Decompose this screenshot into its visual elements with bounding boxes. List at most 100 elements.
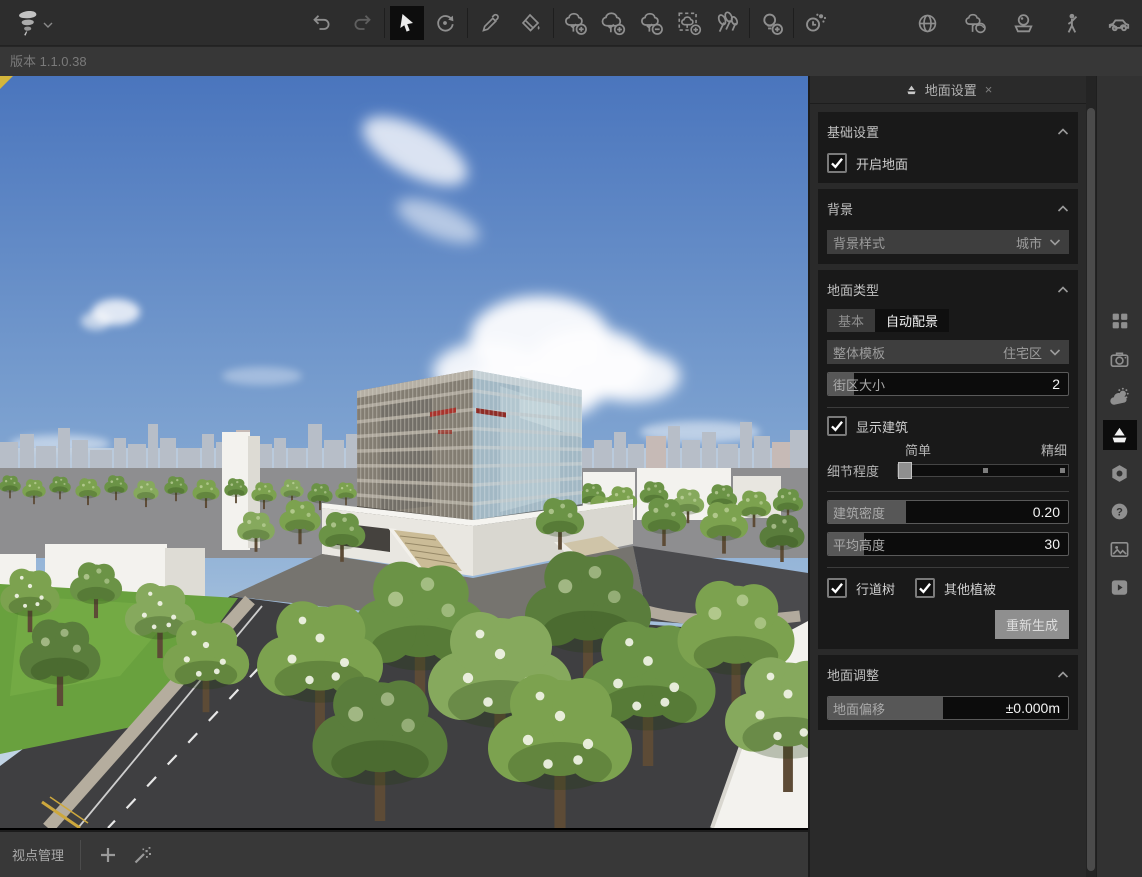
regenerate-button[interactable]: 重新生成 [995,610,1069,639]
add-tree-group-tool-button[interactable] [596,6,630,40]
redo-button[interactable] [345,6,379,40]
viewpoint-manager-label: 视点管理 [12,845,64,864]
area-add-trees-tool-button[interactable] [672,6,706,40]
ground-settings-button[interactable] [1103,420,1137,450]
street-trees-label: 行道树 [856,579,895,598]
panel-tab-ground-settings[interactable]: 地面设置 × [810,76,1086,104]
version-label: 版本 1.1.0.38 [10,54,87,69]
background-style-value: 城市 [1016,233,1049,252]
section-basic-title-row[interactable]: 基础设置 [827,119,1069,145]
detail-label: 细节程度 [827,461,897,480]
character-library-button[interactable] [1054,6,1088,40]
tab-basic[interactable]: 基本 [827,309,875,332]
rotate-sync-tool-button[interactable] [428,6,462,40]
material-library-button[interactable] [1006,6,1040,40]
auto-viewpoint-button[interactable] [125,838,159,872]
scatter-trees-tool-button[interactable] [710,6,744,40]
svg-text:?: ? [1116,506,1123,518]
vehicle-library-button[interactable] [1102,6,1136,40]
check-icon [830,581,844,595]
section-basic-settings: 基础设置 开启地面 [818,112,1078,183]
divider [827,567,1069,568]
app-window: 版本 1.1.0.38 [0,0,1142,877]
section-ground-type-title-row[interactable]: 地面类型 [827,277,1069,303]
show-buildings-checkbox[interactable] [827,416,847,436]
enable-ground-checkbox[interactable] [827,153,847,173]
library-toolbar [910,6,1136,40]
settings-nut-button[interactable] [1103,458,1137,488]
paint-bucket-tool-button[interactable] [514,6,548,40]
video-play-button[interactable] [1103,572,1137,602]
app-logo-icon [8,5,42,44]
block-size-field[interactable]: 街区大小 2 [827,372,1069,396]
enable-ground-label: 开启地面 [856,154,908,173]
section-background-title: 背景 [827,199,853,218]
help-button[interactable]: ? [1103,496,1137,526]
detail-slider-handle[interactable] [898,462,912,479]
bottom-bar: 视点管理 [0,830,808,877]
other-vegetation-label: 其他植被 [944,579,996,598]
building-density-field[interactable]: 建筑密度 0.20 [827,500,1069,524]
background-style-dropdown[interactable]: 背景样式 城市 [827,230,1069,254]
template-label: 整体模板 [833,343,885,362]
plus-icon [98,845,118,865]
toolbar-separator [553,8,554,38]
cursor-icon [395,11,419,35]
panel-scrollbar-thumb[interactable] [1087,108,1095,871]
add-light-tool-button[interactable] [754,6,788,40]
ground-offset-value: ±0.000m [1006,700,1068,716]
chevron-up-icon[interactable] [1057,128,1069,135]
vegetation-library-button[interactable] [958,6,992,40]
template-dropdown[interactable]: 整体模板 住宅区 [827,340,1069,364]
weather-button[interactable] [1103,382,1137,412]
app-menu[interactable] [8,5,54,44]
tab-auto-scenery[interactable]: 自动配景 [875,309,949,332]
chevron-up-icon[interactable] [1057,205,1069,212]
background-style-label: 背景样式 [833,233,885,252]
section-background-title-row[interactable]: 背景 [827,196,1069,222]
section-basic-title: 基础设置 [827,122,879,141]
check-icon [830,419,844,433]
chevron-up-icon[interactable] [1057,671,1069,678]
slider-tick [1060,468,1065,473]
average-height-field[interactable]: 平均高度 30 [827,532,1069,556]
ground-settings-panel: 地面设置 × 基础设置 开启地面 [808,76,1142,877]
apps-grid-button[interactable] [1103,306,1137,336]
select-tool-button[interactable] [390,6,424,40]
eyedropper-tool-button[interactable] [474,6,508,40]
chevron-down-icon [1049,349,1061,356]
apps-grid-icon [1109,310,1131,332]
average-height-label: 平均高度 [828,535,885,554]
toolbar-separator [467,8,468,38]
viewport-corner-flag [0,76,13,89]
viewpoint-manager-tab[interactable]: 视点管理 [0,832,80,877]
street-trees-checkbox[interactable] [827,578,847,598]
undo-button[interactable] [305,6,339,40]
image-gallery-button[interactable] [1103,534,1137,564]
side-icon-strip: ? [1096,76,1142,877]
check-icon [830,156,844,170]
toolbar-separator [793,8,794,38]
globe-library-button[interactable] [910,6,944,40]
ground-type-tabs: 基本 自动配景 [827,309,1069,332]
sun-time-tool-button[interactable] [798,6,832,40]
template-value: 住宅区 [1003,343,1049,362]
section-ground-adjust-title: 地面调整 [827,665,879,684]
top-toolbar [0,0,1142,46]
detail-max-label: 精细 [1041,440,1067,459]
camera-button[interactable] [1103,344,1137,374]
panel-title: 地面设置 [925,80,977,99]
panel-close-icon[interactable]: × [985,83,993,96]
remove-tree-tool-button[interactable] [634,6,668,40]
section-ground-adjust-title-row[interactable]: 地面调整 [827,662,1069,688]
add-viewpoint-button[interactable] [91,838,125,872]
chevron-up-icon[interactable] [1057,286,1069,293]
panel-scrollbar[interactable] [1086,76,1096,877]
viewport[interactable] [0,76,808,830]
section-ground-type: 地面类型 基本 自动配景 整体模板 住宅区 [818,270,1078,649]
viewport-canvas[interactable] [0,76,808,828]
other-vegetation-checkbox[interactable] [915,578,935,598]
detail-slider[interactable] [897,464,1069,477]
add-tree-tool-button[interactable] [558,6,592,40]
ground-offset-field[interactable]: 地面偏移 ±0.000m [827,696,1069,720]
